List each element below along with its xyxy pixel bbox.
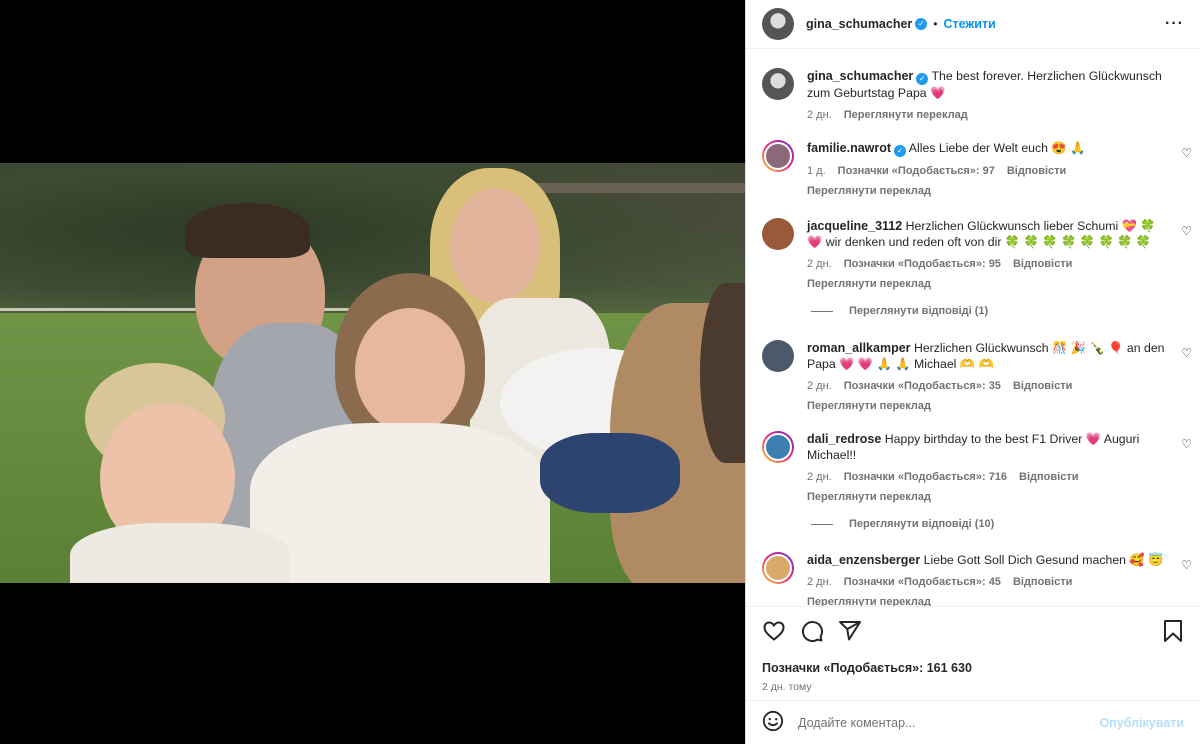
commenter-avatar[interactable] [762,340,794,372]
post-comment-button[interactable]: Опублікувати [1099,716,1184,730]
author-username[interactable]: gina_schumacher [806,17,912,31]
reply-button[interactable]: Відповісти [1013,574,1072,590]
comment-likes[interactable]: Позначки «Подобається»: 97 [838,163,995,179]
caption-username[interactable]: gina_schumacher [807,69,913,83]
view-replies-button[interactable]: Переглянути відповіді (1) [811,305,988,317]
comment-text: Liebe Gott Soll Dich Gesund machen 🥰 😇 [923,553,1164,567]
see-translation-link[interactable]: Переглянути переклад [807,594,1167,606]
comment-likes[interactable]: Позначки «Подобається»: 95 [844,256,1001,272]
reply-button[interactable]: Відповісти [1013,378,1072,394]
comment-age: 2 дн. [807,380,832,392]
follow-button[interactable]: Стежити [944,17,996,31]
emoji-icon[interactable] [762,710,784,735]
comment-item: jacqueline_3112 Herzlichen Glückwunsch l… [762,218,1192,292]
comment-likes[interactable]: Позначки «Подобається»: 45 [844,574,1001,590]
commenter-avatar[interactable] [762,218,794,250]
reply-button[interactable]: Відповісти [1007,163,1066,179]
verified-badge-icon: ✓ [916,73,929,85]
separator-dot: • [933,17,938,31]
family-photo [0,163,745,583]
commenter-username[interactable]: dali_redrose [807,432,881,446]
comment-age: 2 дн. [807,471,832,483]
comment-item: aida_enzensberger Liebe Gott Soll Dich G… [762,552,1192,606]
post-sidebar: gina_schumacher ✓ • Стежити ··· gina_sch… [745,0,1200,744]
reply-button[interactable]: Відповісти [1013,256,1072,272]
see-translation-link[interactable]: Переглянути переклад [807,183,1167,199]
view-replies-label: Переглянути відповіді (1) [849,305,989,317]
likes-count[interactable]: Позначки «Подобається»: 161 630 [762,661,1184,675]
bookmark-icon[interactable] [1162,619,1184,646]
commenter-username[interactable]: roman_allkamper [807,341,911,355]
caption: gina_schumacher ✓ The best forever. Herzl… [762,68,1192,123]
comment-item: dali_redrose Happy birthday to the best … [762,431,1192,505]
view-replies-label: Переглянути відповіді (10) [849,518,995,530]
add-comment-bar: Опублікувати [746,700,1200,744]
comment-likes[interactable]: Позначки «Подобається»: 716 [844,469,1007,485]
commenter-avatar[interactable] [762,552,794,584]
see-translation-link[interactable]: Переглянути переклад [807,276,1167,292]
comment-item: roman_allkamper Herzlichen Glückwunsch 🎊… [762,340,1192,414]
see-translation-link[interactable]: Переглянути переклад [844,107,968,123]
post-timestamp[interactable]: 2 дн. тому [762,681,1184,693]
replies-divider [811,310,833,312]
post-actions: Позначки «Подобається»: 161 630 2 дн. то… [746,606,1200,693]
author-avatar[interactable] [762,68,794,100]
comment-text: Alles Liebe der Welt euch 😍 🙏 [908,141,1086,155]
post-header: gina_schumacher ✓ • Стежити ··· [746,0,1200,49]
commenter-avatar[interactable] [762,140,794,172]
verified-badge-icon: ✓ [915,18,928,30]
heart-icon[interactable] [762,619,786,646]
comment-like-icon[interactable]: ♡ [1181,146,1192,160]
commenter-username[interactable]: familie.nawrot [807,141,891,155]
comments-list[interactable]: gina_schumacher ✓ The best forever. Herzl… [746,50,1200,606]
comment-like-icon[interactable]: ♡ [1181,558,1192,572]
comment-like-icon[interactable]: ♡ [1181,346,1192,360]
post-media[interactable] [0,0,745,744]
reply-button[interactable]: Відповісти [1019,469,1078,485]
author-avatar[interactable] [762,8,794,40]
comment-input[interactable] [798,715,1088,730]
see-translation-link[interactable]: Переглянути переклад [807,489,1167,505]
comment-age: 2 дн. [807,576,832,588]
comment-age: 1 д. [807,165,826,177]
commenter-avatar[interactable] [762,431,794,463]
see-translation-link[interactable]: Переглянути переклад [807,398,1167,414]
comment-like-icon[interactable]: ♡ [1181,437,1192,451]
comment-likes[interactable]: Позначки «Подобається»: 35 [844,378,1001,394]
replies-divider [811,523,833,525]
comment-item: familie.nawrot ✓ Alles Liebe der Welt euc… [762,140,1192,199]
share-icon[interactable] [838,619,862,646]
comment-age: 2 дн. [807,258,832,270]
commenter-username[interactable]: aida_enzensberger [807,553,920,567]
verified-badge-icon: ✓ [894,145,907,157]
comment-like-icon[interactable]: ♡ [1181,224,1192,238]
comment-icon[interactable] [800,619,824,646]
commenter-username[interactable]: jacqueline_3112 [807,219,902,233]
view-replies-button[interactable]: Переглянути відповіді (10) [811,518,994,530]
caption-age: 2 дн. [807,109,832,121]
more-icon[interactable]: ··· [1165,15,1184,33]
